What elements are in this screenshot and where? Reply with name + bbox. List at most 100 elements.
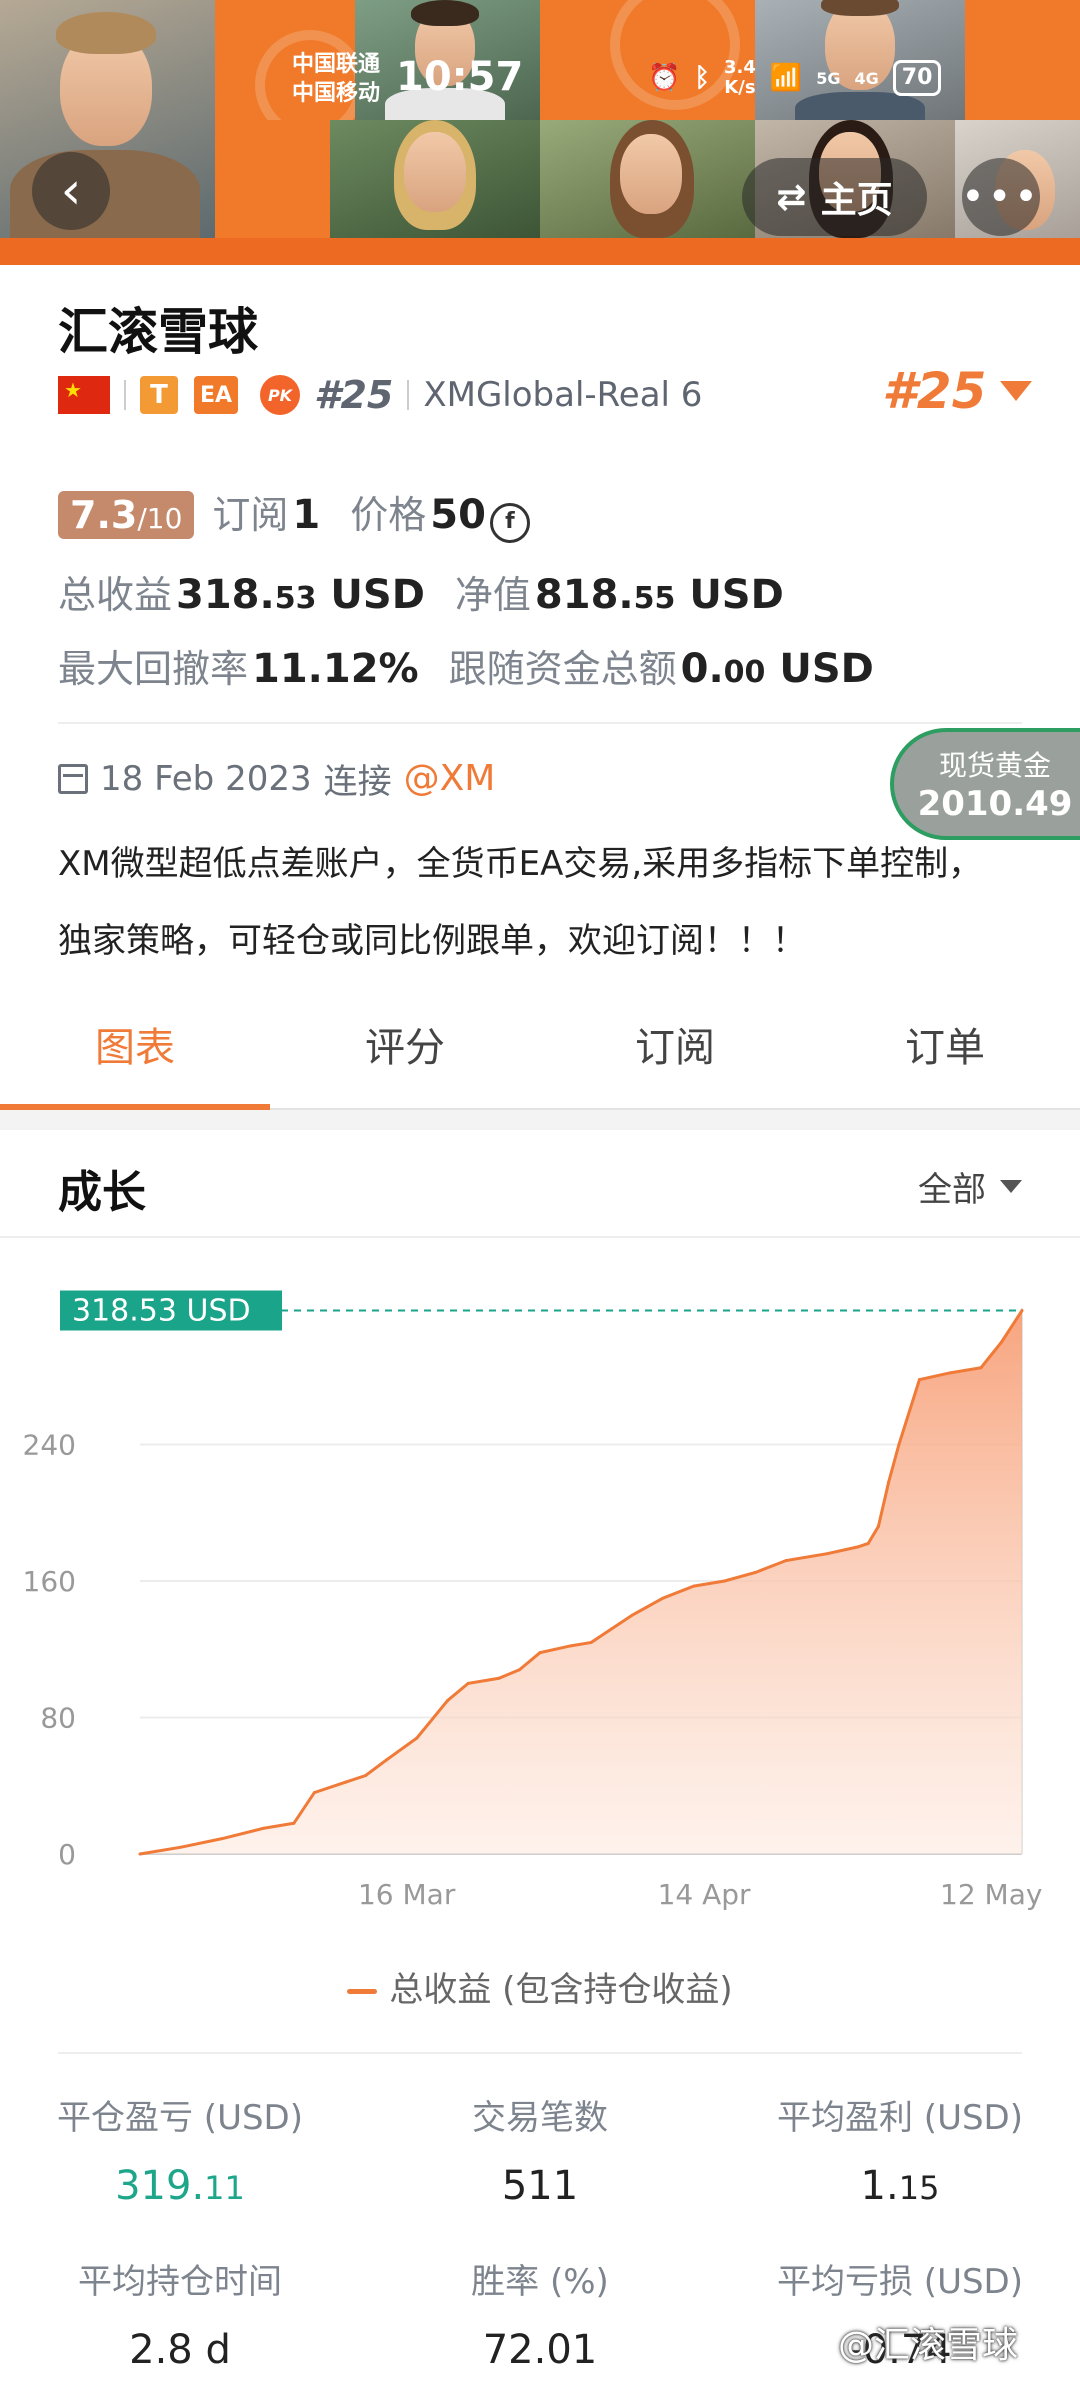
chart-legend: 总收益 (包含持仓收益) xyxy=(0,1962,1080,2011)
data-point xyxy=(876,1524,880,1528)
gold-value: 2010.49 xyxy=(917,784,1073,824)
data-point xyxy=(292,1821,296,1825)
current-value-label: 318.53 USD xyxy=(72,1294,251,1329)
data-point xyxy=(1020,1309,1024,1313)
max-drawdown-label: 最大回撤率 xyxy=(58,647,249,691)
home-button-label: 主页 xyxy=(820,180,893,221)
divider xyxy=(124,380,126,410)
price-value: 50 xyxy=(430,492,486,538)
tab-bar: 图表 评分 订阅 订单 xyxy=(0,980,1080,1110)
account-name: 汇滚雪球 xyxy=(58,303,258,361)
data-point xyxy=(589,1640,593,1644)
chevron-left-icon: ‹ xyxy=(60,161,82,221)
connect-label: 连接 xyxy=(323,762,392,802)
x-tick-label: 14 Apr xyxy=(658,1878,751,1911)
tab-orders[interactable]: 订单 xyxy=(810,980,1080,1108)
coin-icon: f xyxy=(489,503,530,543)
stat-win-rate: 胜率 (%) 72.01 xyxy=(471,2262,609,2373)
tab-rating[interactable]: 评分 xyxy=(270,980,540,1108)
data-point xyxy=(446,1698,450,1702)
data-point xyxy=(343,1780,347,1784)
calendar-icon xyxy=(58,763,88,794)
data-point xyxy=(261,1826,265,1830)
data-point xyxy=(753,1570,757,1574)
data-point xyxy=(856,1545,860,1549)
data-point xyxy=(887,1480,891,1484)
total-profit-value: 318.53 USD xyxy=(176,572,425,618)
badge-t: T xyxy=(140,376,178,414)
subscriptions-label: 订阅 xyxy=(212,493,289,537)
server-name: XMGlobal-Real 6 xyxy=(423,375,703,415)
data-point xyxy=(312,1791,316,1795)
series-area xyxy=(140,1310,1022,1854)
stat-avg-profit: 平均盈利 (USD) 1.15 xyxy=(777,2098,1023,2209)
y-tick-label: 0 xyxy=(58,1838,76,1871)
max-drawdown-value: 11.12% xyxy=(252,646,419,692)
banner-strip xyxy=(0,238,1080,265)
battery-icon: 70 xyxy=(892,60,942,96)
china-flag-icon: ★ xyxy=(58,376,110,414)
y-tick-label: 80 xyxy=(40,1702,76,1735)
swap-icon: ⇄ xyxy=(776,176,807,218)
legend-swatch xyxy=(347,1989,378,1994)
growth-chart: 0 80 160 240 16 Mar 14 Apr 12 May 318.53 USD xyxy=(23,1290,1042,1911)
data-point xyxy=(999,1340,1003,1344)
rank-dropdown[interactable]: #25 xyxy=(882,362,1033,420)
data-point xyxy=(692,1584,696,1588)
data-point xyxy=(517,1668,521,1672)
data-point xyxy=(538,1651,542,1655)
rank-label: #25 xyxy=(314,373,394,417)
range-filter-label: 全部 xyxy=(918,1170,986,1210)
data-point xyxy=(979,1366,983,1370)
data-point xyxy=(661,1596,665,1600)
divider xyxy=(58,2052,1022,2054)
badge-ea: EA xyxy=(194,376,238,414)
data-point xyxy=(138,1852,142,1856)
account-description: XM微型超低点差账户，全货币EA交易,采用多指标下单控制， 独家策略，可轻仓或同… xyxy=(58,844,983,961)
y-tick-label: 160 xyxy=(23,1565,76,1598)
total-profit-label: 总收益 xyxy=(58,573,173,617)
more-dots-icon: ••• xyxy=(961,174,1041,220)
carrier-2: 中国移动 xyxy=(292,81,381,106)
gold-label: 现货黄金 xyxy=(938,749,1051,782)
data-point xyxy=(384,1758,388,1762)
score-badge: 7.3/10 xyxy=(58,491,195,539)
tab-chart[interactable]: 图表 xyxy=(0,980,270,1110)
data-point xyxy=(630,1613,634,1617)
caret-down-icon xyxy=(1000,1180,1022,1193)
growth-header: 成长 全部 xyxy=(0,1130,1080,1238)
alarm-icon: ⏰ xyxy=(648,63,681,93)
price-label: 价格 xyxy=(350,493,427,537)
range-filter[interactable]: 全部 xyxy=(918,1162,1022,1211)
score-row: 7.3/10 订阅 1 价格 50 f xyxy=(58,484,530,543)
clock: 10:57 xyxy=(396,54,524,100)
home-button[interactable]: ⇄ 主页 xyxy=(742,158,927,236)
data-point xyxy=(784,1559,788,1563)
tab-subscribe[interactable]: 订阅 xyxy=(540,980,810,1108)
equity-label: 净值 xyxy=(454,573,531,617)
data-point xyxy=(179,1845,183,1849)
stat-closed-pnl: 平仓盈亏 (USD) 319.11 xyxy=(57,2098,303,2209)
signal-4g-label: 4G xyxy=(854,68,879,88)
back-button[interactable]: ‹ xyxy=(32,152,110,230)
broker-link[interactable]: @XM xyxy=(404,758,496,799)
caret-down-icon xyxy=(1000,381,1033,401)
connect-info: 18 Feb 2023 连接 @XM xyxy=(58,754,495,803)
bluetooth-icon: ᛒ xyxy=(694,63,710,93)
badge-row: ★ T EA PK #25 XMGlobal-Real 6 xyxy=(58,370,702,420)
data-point xyxy=(948,1371,952,1375)
gold-price-widget[interactable]: 现货黄金 2010.49 xyxy=(890,728,1080,840)
stat-avg-hold-time: 平均持仓时间 2.8 d xyxy=(78,2262,282,2373)
watermark: @汇滚雪球 xyxy=(838,2325,1019,2366)
status-icons: ⏰ ᛒ 3.4 K/s 📶 5G 4G 70 xyxy=(648,58,942,98)
more-button[interactable]: ••• xyxy=(961,158,1041,236)
divider xyxy=(407,380,410,410)
cover-photo-8 xyxy=(540,120,755,238)
equity-value: 818.55 USD xyxy=(534,572,784,618)
section-gap xyxy=(0,1110,1080,1130)
x-tick-label: 12 May xyxy=(940,1878,1042,1911)
y-tick-label: 240 xyxy=(23,1429,76,1462)
data-point xyxy=(220,1837,224,1841)
data-point xyxy=(364,1774,368,1778)
data-point xyxy=(497,1676,501,1680)
